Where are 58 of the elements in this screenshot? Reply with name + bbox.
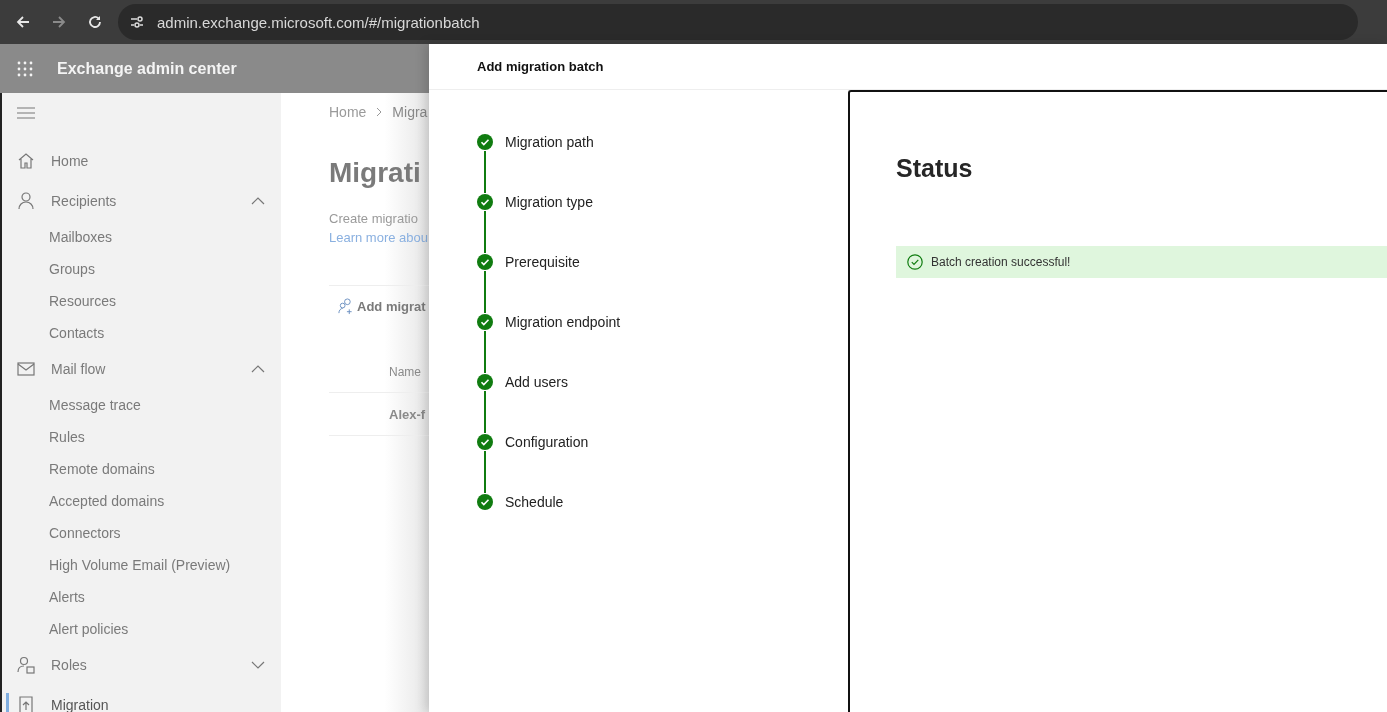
nav-subitem[interactable]: Connectors: [2, 517, 281, 549]
step-label[interactable]: Prerequisite: [505, 254, 580, 314]
nav-subitem[interactable]: Remote domains: [2, 453, 281, 485]
nav-subitem[interactable]: Rules: [2, 421, 281, 453]
step-connector: [484, 271, 486, 313]
table-cell: Alex-f: [389, 406, 426, 422]
chevron-up-icon[interactable]: [251, 197, 265, 205]
add-users-icon: [337, 298, 354, 315]
breadcrumb-link[interactable]: Home: [329, 104, 367, 120]
reload-icon[interactable]: [87, 14, 103, 30]
chevron-down-icon[interactable]: [251, 661, 265, 669]
page-title: Migrati: [329, 157, 422, 189]
door-arrow-icon: [17, 696, 35, 712]
envelope-icon: [17, 360, 35, 378]
check-circle-icon: [907, 254, 923, 270]
address-bar[interactable]: admin.exchange.microsoft.com/#/migrationbatch: [118, 4, 1358, 40]
person-icon: [17, 192, 35, 210]
home-icon: [17, 152, 35, 170]
back-arrow-icon[interactable]: [15, 14, 31, 30]
nav-subitem[interactable]: Accepted domains: [2, 485, 281, 517]
nav-subitem[interactable]: Resources: [2, 285, 281, 317]
step-connector: [484, 451, 486, 493]
step-label[interactable]: Migration type: [505, 194, 593, 254]
nav-item[interactable]: Roles: [2, 645, 281, 685]
step-label[interactable]: Migration endpoint: [505, 314, 621, 374]
step-connector: [484, 151, 486, 193]
nav-subitem[interactable]: Message trace: [2, 389, 281, 421]
page-description: Create migratio: [329, 211, 419, 226]
nav-subitem[interactable]: Contacts: [2, 317, 281, 349]
breadcrumb-current: Migra: [392, 104, 428, 120]
nav-item[interactable]: Mail flow: [2, 349, 281, 389]
column-header[interactable]: Name: [389, 365, 421, 379]
nav-subitem[interactable]: High Volume Email (Preview): [2, 549, 281, 581]
step-label[interactable]: Migration path: [505, 134, 594, 194]
chevron-up-icon[interactable]: [251, 365, 265, 373]
add-migration-button[interactable]: Add migrat: [329, 298, 426, 315]
site-settings-icon[interactable]: [129, 14, 145, 30]
app-launcher-icon[interactable]: [17, 60, 33, 77]
nav-subitem[interactable]: Alert policies: [2, 613, 281, 645]
nav-subitem[interactable]: Groups: [2, 253, 281, 285]
step-connector: [484, 331, 486, 373]
step-label[interactable]: Add users: [505, 374, 569, 434]
app-title: Exchange admin center: [57, 59, 237, 78]
step-connector: [484, 211, 486, 253]
status-heading: Status: [896, 154, 974, 183]
nav-subitem[interactable]: Mailboxes: [2, 221, 281, 253]
learn-more-link[interactable]: Learn more abou: [329, 230, 428, 245]
chevron-right-icon: [376, 107, 383, 117]
panel-title: Add migration batch: [477, 59, 604, 74]
step-label[interactable]: Configuration: [505, 434, 589, 494]
nav-item[interactable]: Recipients: [2, 181, 281, 221]
nav-item[interactable]: Migration: [2, 685, 281, 712]
person-briefcase-icon: [17, 656, 35, 674]
step-connector: [484, 391, 486, 433]
step-label[interactable]: Schedule: [505, 494, 564, 554]
nav-item[interactable]: Home: [2, 141, 281, 181]
nav-subitem[interactable]: Alerts: [2, 581, 281, 613]
message-text: Batch creation successful!: [931, 255, 1071, 269]
